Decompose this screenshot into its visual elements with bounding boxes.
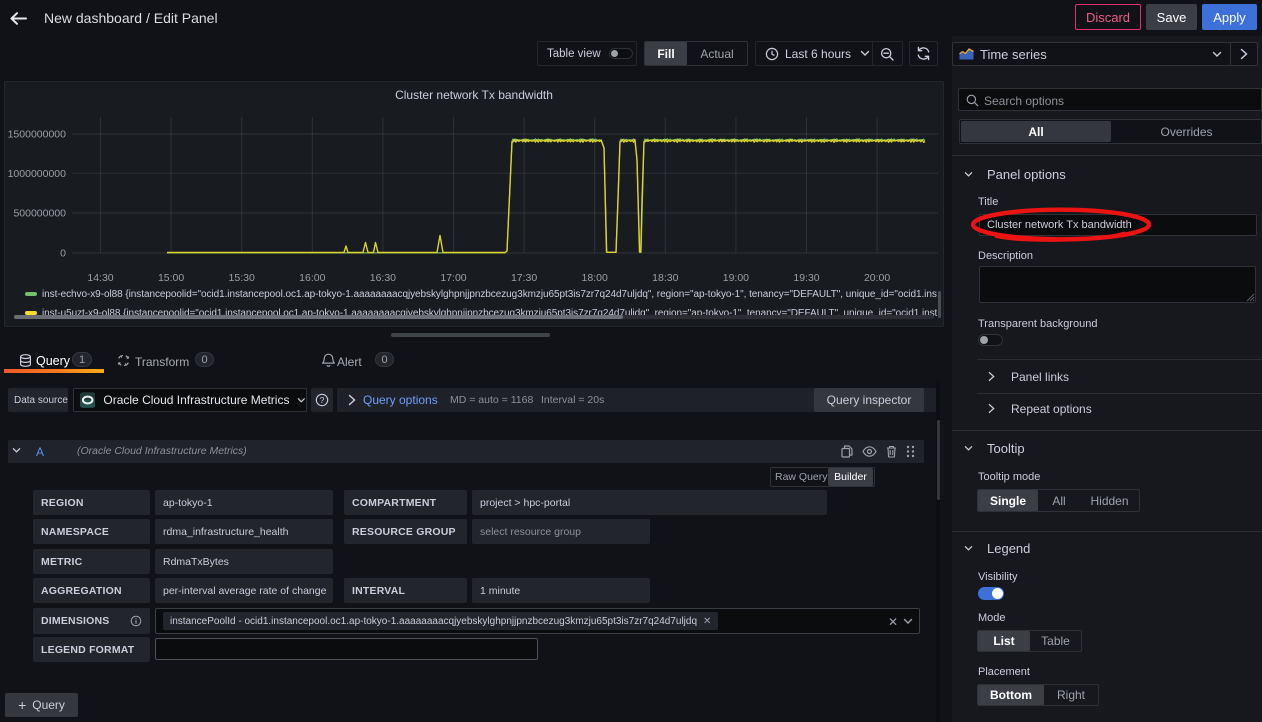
svg-text:500000000: 500000000 bbox=[13, 208, 66, 220]
svg-text:18:30: 18:30 bbox=[652, 272, 678, 284]
svg-text:15:30: 15:30 bbox=[229, 272, 255, 284]
svg-text:20:00: 20:00 bbox=[864, 272, 890, 284]
svg-text:19:00: 19:00 bbox=[723, 272, 749, 284]
svg-text:14:30: 14:30 bbox=[87, 272, 113, 284]
svg-text:16:00: 16:00 bbox=[299, 272, 325, 284]
svg-text:0: 0 bbox=[60, 248, 66, 260]
svg-text:17:30: 17:30 bbox=[511, 272, 537, 284]
svg-text:1000000000: 1000000000 bbox=[8, 168, 67, 180]
svg-text:18:00: 18:00 bbox=[582, 272, 608, 284]
svg-text:15:00: 15:00 bbox=[158, 272, 184, 284]
svg-text:16:30: 16:30 bbox=[370, 272, 396, 284]
svg-text:17:00: 17:00 bbox=[440, 272, 466, 284]
svg-text:1500000000: 1500000000 bbox=[8, 129, 67, 141]
svg-text:?: ? bbox=[320, 395, 325, 405]
svg-text:19:30: 19:30 bbox=[793, 272, 819, 284]
